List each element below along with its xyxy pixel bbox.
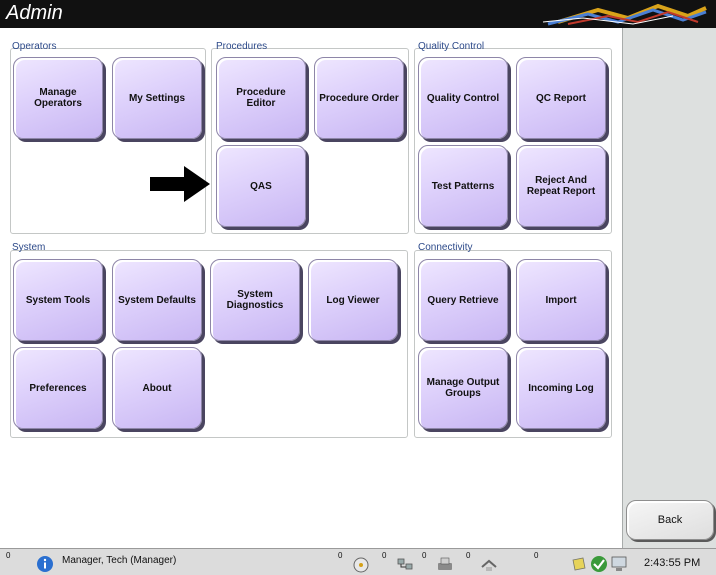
system-group-label: System (12, 242, 46, 253)
queue-count-4: 0 (466, 551, 471, 560)
query-retrieve-button[interactable]: Query Retrieve (418, 259, 508, 341)
procedure-editor-button[interactable]: Procedure Editor (216, 57, 306, 139)
status-bar: 0 Manager, Tech (Manager) 0 0 0 0 0 2:43… (0, 548, 716, 575)
printer-icon[interactable] (436, 555, 454, 573)
system-diagnostics-button[interactable]: System Diagnostics (210, 259, 300, 341)
arrow-right-icon (150, 166, 210, 202)
title-bar: Admin (0, 0, 716, 28)
admin-screen: Admin Operators Procedures Quality Contr… (0, 0, 716, 575)
back-button[interactable]: Back (626, 500, 714, 540)
quality-control-button[interactable]: Quality Control (418, 57, 508, 139)
network-icon[interactable] (396, 555, 414, 573)
clock: 2:43:55 PM (644, 557, 701, 569)
my-settings-button[interactable]: My Settings (112, 57, 202, 139)
window-title: Admin (6, 2, 63, 24)
system-tools-button[interactable]: System Tools (13, 259, 103, 341)
queue-count-5: 0 (534, 551, 539, 560)
computer-icon[interactable] (610, 555, 628, 573)
operators-group-label: Operators (12, 41, 57, 52)
procedure-order-button[interactable]: Procedure Order (314, 57, 404, 139)
queue-count-1: 0 (338, 551, 343, 560)
procedures-group-label: Procedures (216, 41, 268, 52)
transfer-icon[interactable] (480, 555, 498, 573)
storage-icon[interactable] (570, 555, 588, 573)
check-icon[interactable] (590, 555, 608, 573)
reject-and-repeat-report-button[interactable]: Reject And Repeat Report (516, 145, 606, 227)
manage-operators-button[interactable]: Manage Operators (13, 57, 103, 139)
quality-control-group-label: Quality Control (418, 41, 485, 52)
alert-count: 0 (6, 551, 11, 560)
import-button[interactable]: Import (516, 259, 606, 341)
incoming-log-button[interactable]: Incoming Log (516, 347, 606, 429)
qas-button[interactable]: QAS (216, 145, 306, 227)
qc-report-button[interactable]: QC Report (516, 57, 606, 139)
right-panel (622, 28, 716, 548)
queue-count-3: 0 (422, 551, 427, 560)
test-patterns-button[interactable]: Test Patterns (418, 145, 508, 227)
connectivity-group-label: Connectivity (418, 242, 473, 253)
about-button[interactable]: About (112, 347, 202, 429)
manage-output-groups-button[interactable]: Manage Output Groups (418, 347, 508, 429)
current-user[interactable]: Manager, Tech (Manager) (62, 555, 176, 566)
info-icon[interactable] (36, 555, 54, 573)
system-defaults-button[interactable]: System Defaults (112, 259, 202, 341)
logo-icon (542, 3, 707, 26)
disc-icon[interactable] (352, 555, 370, 573)
queue-count-2: 0 (382, 551, 387, 560)
log-viewer-button[interactable]: Log Viewer (308, 259, 398, 341)
preferences-button[interactable]: Preferences (13, 347, 103, 429)
